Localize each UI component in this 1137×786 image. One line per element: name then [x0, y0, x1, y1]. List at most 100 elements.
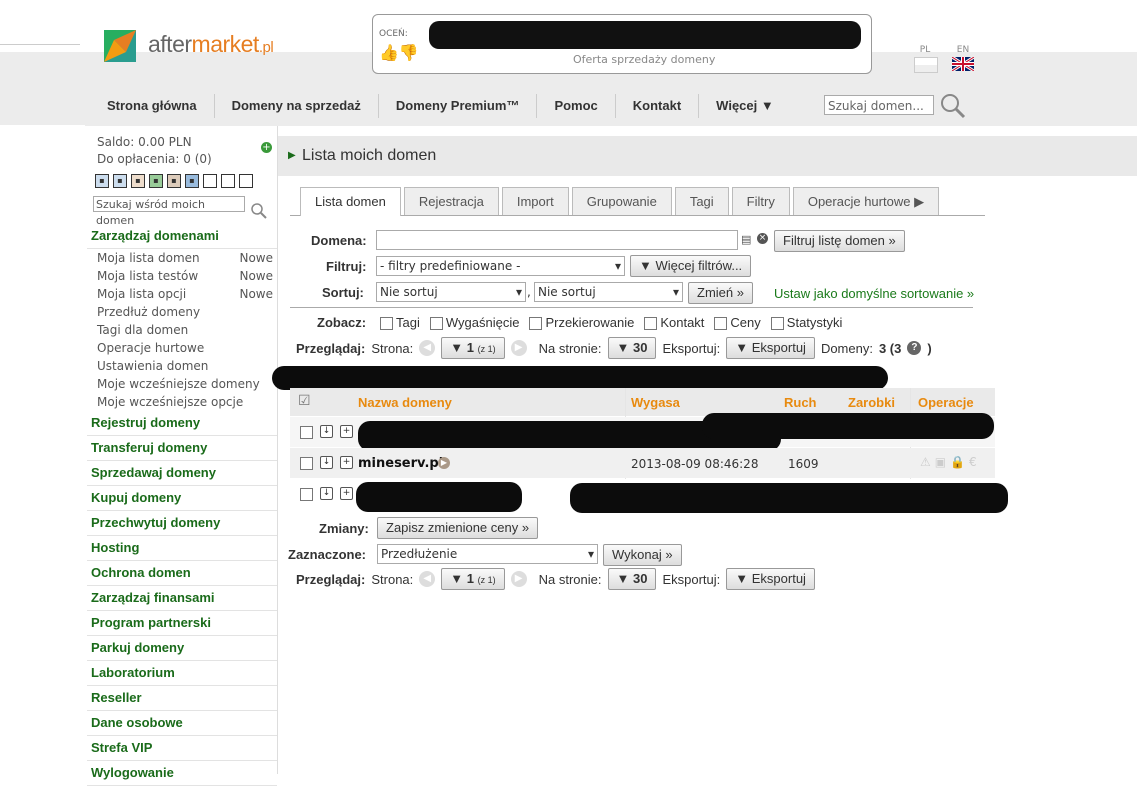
quick-icon[interactable]: ▪: [113, 174, 127, 188]
operations-icons[interactable]: ⚠▣🔒€: [920, 455, 981, 469]
details-icon[interactable]: ↓: [320, 425, 333, 438]
predefined-filter-select[interactable]: - filtry predefiniowane - ▾: [376, 256, 625, 276]
col-expires[interactable]: Wygasa: [631, 395, 680, 410]
sidebar-section[interactable]: Reseller: [87, 686, 277, 711]
quick-icon[interactable]: ▪: [167, 174, 181, 188]
export-button[interactable]: ▼ Eksportuj: [726, 337, 815, 359]
quick-icon[interactable]: [221, 174, 235, 188]
row-checkbox[interactable]: [300, 426, 313, 439]
tab-bulk-operations[interactable]: Operacje hurtowe ▶: [792, 187, 940, 215]
view-stats-checkbox[interactable]: Statystyki: [770, 315, 842, 331]
table-row[interactable]: ↓ +: [290, 413, 995, 451]
page-select[interactable]: ▼ 1 (z 1): [441, 568, 505, 590]
list-icon[interactable]: ▤: [741, 233, 751, 246]
row-checkbox[interactable]: [300, 488, 313, 501]
quick-icon[interactable]: [203, 174, 217, 188]
change-sort-button[interactable]: Zmień »: [688, 282, 753, 304]
per-page-select[interactable]: ▼ 30: [607, 337, 657, 359]
view-tags-checkbox[interactable]: Tagi: [380, 315, 420, 331]
tab-registration[interactable]: Rejestracja: [403, 187, 499, 215]
sidebar-item[interactable]: Ustawienia domen: [87, 357, 277, 375]
nav-domains-for-sale[interactable]: Domeny na sprzedaż: [215, 94, 379, 118]
go-icon[interactable]: ▶: [438, 457, 450, 469]
search-icon[interactable]: [251, 203, 267, 223]
set-default-sort-link[interactable]: Ustaw jako domyślne sortowanie »: [774, 286, 974, 301]
sidebar-section[interactable]: Parkuj domeny: [87, 636, 277, 661]
sidebar-search-input[interactable]: Szukaj wśród moich domen: [93, 196, 245, 227]
sort-select-1[interactable]: Nie sortuj ▾: [376, 282, 526, 302]
next-page-icon[interactable]: ▶: [510, 571, 527, 587]
col-earnings[interactable]: Zarobki: [848, 395, 895, 410]
view-contact-checkbox[interactable]: Kontakt: [644, 315, 704, 331]
page-select[interactable]: ▼ 1 (z 1): [441, 337, 505, 359]
col-domain-name[interactable]: Nazwa domeny: [358, 395, 452, 410]
sidebar-section[interactable]: Zarządzaj finansami: [87, 586, 277, 611]
table-row[interactable]: ↓ + mineserv.pl ▶ 2013-08-09 08:46:28 16…: [290, 448, 995, 478]
details-icon[interactable]: ↓: [320, 487, 333, 500]
tab-grouping[interactable]: Grupowanie: [571, 187, 672, 215]
sidebar-item[interactable]: Moja lista domen Nowe: [87, 249, 277, 267]
sort-select-2[interactable]: Nie sortuj ▾: [534, 282, 683, 302]
domain-name[interactable]: mineserv.pl: [358, 456, 443, 471]
nav-home[interactable]: Strona główna: [85, 94, 215, 118]
sidebar-section[interactable]: Przechwytuj domeny: [87, 511, 277, 536]
save-prices-button[interactable]: Zapisz zmienione ceny »: [377, 517, 539, 539]
select-all-icon[interactable]: ☑: [298, 393, 311, 409]
details-icon[interactable]: ↓: [320, 456, 333, 469]
domain-search-input[interactable]: Szukaj domen...: [824, 95, 934, 115]
per-page-select[interactable]: ▼ 30: [607, 568, 657, 590]
sidebar-section[interactable]: Rejestruj domeny: [87, 411, 277, 436]
nav-contact[interactable]: Kontakt: [616, 94, 700, 118]
bulk-action-select[interactable]: Przedłużenie ▾: [377, 544, 598, 564]
sidebar-item[interactable]: Moja lista opcji Nowe: [87, 285, 277, 303]
quick-icon[interactable]: ▪: [149, 174, 163, 188]
nav-more[interactable]: Więcej ▼: [699, 94, 791, 118]
tab-tags[interactable]: Tagi: [674, 187, 729, 215]
table-row[interactable]: ↓ +: [290, 479, 1008, 513]
next-page-icon[interactable]: ▶: [510, 340, 527, 356]
expand-icon[interactable]: +: [340, 425, 353, 438]
lang-en[interactable]: EN: [951, 45, 975, 73]
tab-domain-list[interactable]: Lista domen: [300, 187, 401, 216]
col-traffic[interactable]: Ruch: [784, 395, 817, 410]
quick-icon[interactable]: [239, 174, 253, 188]
sidebar-item[interactable]: Moje wcześniejsze domeny: [87, 375, 277, 393]
sidebar-section[interactable]: Transferuj domeny: [87, 436, 277, 461]
help-icon[interactable]: ?: [907, 341, 922, 355]
domain-filter-input[interactable]: [376, 230, 738, 250]
sidebar-item[interactable]: Przedłuż domeny: [87, 303, 277, 321]
logo[interactable]: aftermarket.pl: [104, 24, 304, 64]
tab-filters[interactable]: Filtry: [731, 187, 790, 215]
view-prices-checkbox[interactable]: Ceny: [714, 315, 761, 331]
thumbs-icon[interactable]: 👍👎: [379, 43, 419, 62]
lang-pl[interactable]: PL: [914, 45, 938, 73]
sidebar-section[interactable]: Laboratorium: [87, 661, 277, 686]
sidebar-section[interactable]: Kupuj domeny: [87, 486, 277, 511]
sidebar-item[interactable]: Moja lista testów Nowe: [87, 267, 277, 285]
view-redirect-checkbox[interactable]: Przekierowanie: [529, 315, 634, 331]
sidebar-section[interactable]: Sprzedawaj domeny: [87, 461, 277, 486]
sidebar-section[interactable]: Strefa VIP: [87, 736, 277, 761]
search-icon[interactable]: [940, 93, 966, 124]
view-expiry-checkbox[interactable]: Wygaśnięcie: [429, 315, 519, 331]
export-button[interactable]: ▼ Eksportuj: [726, 568, 815, 590]
add-funds-icon[interactable]: +: [261, 142, 272, 153]
execute-button[interactable]: Wykonaj »: [603, 544, 682, 566]
sidebar-item[interactable]: Tagi dla domen: [87, 321, 277, 339]
tab-import[interactable]: Import: [501, 187, 569, 215]
sidebar-item[interactable]: Operacje hurtowe: [87, 339, 277, 357]
sidebar-section[interactable]: Dane osobowe: [87, 711, 277, 736]
quick-icon[interactable]: ▪: [131, 174, 145, 188]
nav-premium-domains[interactable]: Domeny Premium™: [379, 94, 538, 118]
expand-icon[interactable]: +: [340, 487, 353, 500]
prev-page-icon[interactable]: ◀: [419, 571, 436, 587]
expand-icon[interactable]: +: [340, 456, 353, 469]
sidebar-section[interactable]: Hosting: [87, 536, 277, 561]
sidebar-section[interactable]: Program partnerski: [87, 611, 277, 636]
nav-help[interactable]: Pomoc: [537, 94, 616, 118]
filter-list-button[interactable]: Filtruj listę domen »: [774, 230, 905, 252]
quick-icon[interactable]: ▪: [95, 174, 109, 188]
clear-icon[interactable]: ×: [757, 233, 768, 244]
prev-page-icon[interactable]: ◀: [419, 340, 436, 356]
more-filters-button[interactable]: ▼ Więcej filtrów...: [630, 255, 752, 277]
